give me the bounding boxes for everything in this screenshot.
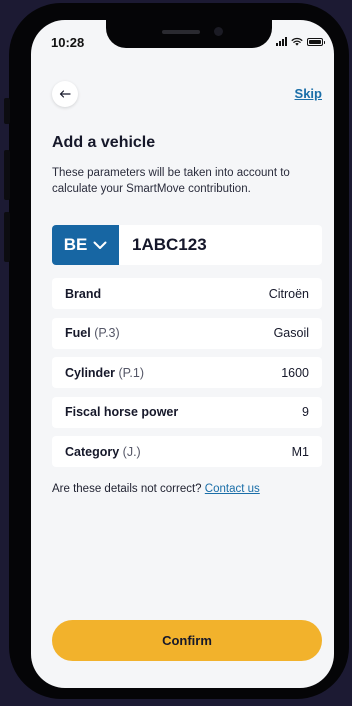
signal-icon	[276, 37, 287, 46]
page-title: Add a vehicle	[52, 134, 156, 151]
skip-link[interactable]: Skip	[295, 86, 322, 101]
detail-value: Gasoil	[273, 326, 309, 340]
detail-value: M1	[291, 444, 309, 459]
detail-row-fiscal-horse-power: Fiscal horse power 9	[52, 396, 322, 428]
status-icons	[276, 37, 325, 46]
back-button[interactable]	[52, 81, 78, 107]
vehicle-details-list: Brand Citroën Fuel (P.3) Gasoil Cylinder…	[52, 278, 322, 476]
detail-label: Fiscal horse power	[65, 405, 179, 419]
battery-icon	[307, 38, 325, 46]
help-text: Are these details not correct? Contact u…	[52, 483, 260, 495]
country-select[interactable]: BE	[52, 225, 119, 265]
help-message: Are these details not correct?	[52, 483, 202, 495]
detail-row-fuel: Fuel (P.3) Gasoil	[52, 317, 322, 349]
detail-hint: (P.1)	[118, 365, 144, 380]
plate-number-input[interactable]	[119, 225, 322, 265]
arrow-left-icon	[59, 90, 71, 98]
detail-row-brand: Brand Citroën	[52, 278, 322, 309]
detail-label: Brand	[65, 286, 102, 301]
stage-background: 10:28 Skip Add a vehicle These parameter…	[0, 0, 352, 706]
detail-value: 1600	[281, 365, 309, 380]
country-code: BE	[63, 235, 88, 254]
status-time: 10:28	[51, 35, 85, 50]
detail-label: Fuel	[65, 326, 91, 340]
speaker-grill	[162, 30, 200, 34]
detail-value: Citroën	[268, 286, 309, 301]
confirm-button[interactable]: Confirm	[52, 620, 322, 661]
mute-switch	[4, 98, 10, 124]
detail-hint: (J.)	[122, 444, 141, 459]
detail-hint: (P.3)	[94, 326, 120, 340]
detail-row-cylinder: Cylinder (P.1) 1600	[52, 357, 322, 388]
detail-label: Category	[65, 444, 120, 459]
detail-row-category: Category (J.) M1	[52, 436, 322, 467]
contact-us-link[interactable]: Contact us	[205, 483, 260, 495]
volume-down-button	[4, 212, 10, 262]
detail-label: Cylinder	[65, 365, 116, 380]
chevron-down-icon	[93, 241, 107, 249]
page-description: These parameters will be taken into acco…	[52, 167, 290, 195]
phone-screen: 10:28 Skip Add a vehicle These parameter…	[31, 20, 334, 688]
detail-value: 9	[302, 405, 309, 419]
volume-up-button	[4, 150, 10, 200]
notch	[106, 20, 272, 48]
wifi-icon	[291, 37, 303, 46]
license-plate-field: BE	[52, 225, 322, 265]
front-camera	[214, 27, 223, 36]
